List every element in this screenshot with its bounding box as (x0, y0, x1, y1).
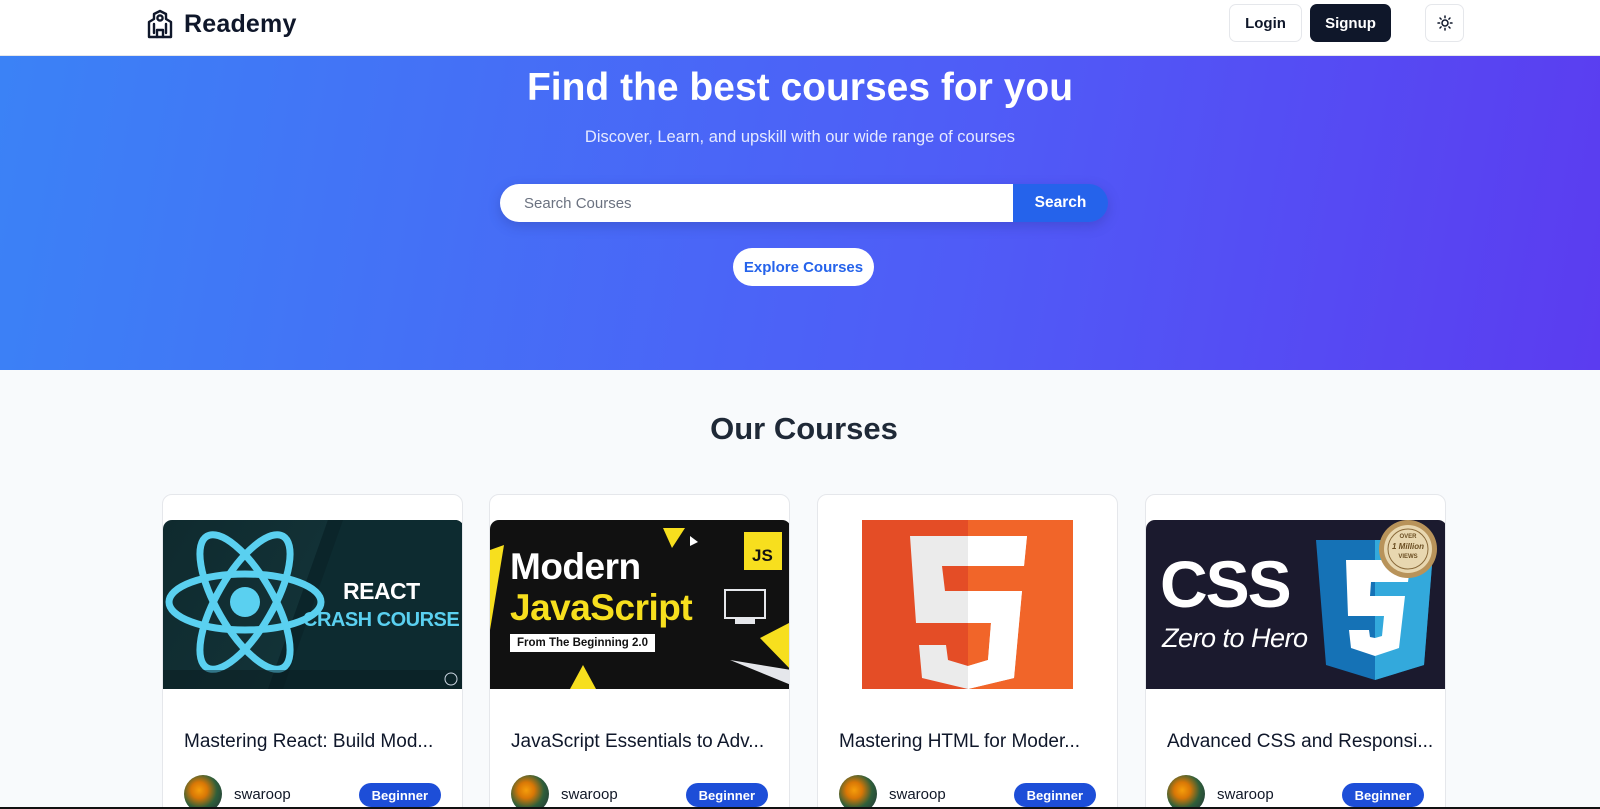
course-thumbnail[interactable]: REACT CRASH COURSE (163, 520, 462, 689)
course-title[interactable]: Mastering React: Build Mod... (184, 731, 454, 753)
hero-title: Find the best courses for you (526, 66, 1074, 109)
thumb-text: CSS (1160, 547, 1292, 621)
brand-name: Reademy (184, 9, 297, 38)
search-input[interactable] (500, 184, 1013, 222)
course-title[interactable]: Mastering HTML for Moder... (839, 731, 1109, 753)
course-card[interactable]: CSS Zero to Hero OVER 1 Million VIEWS Ad… (1145, 494, 1446, 809)
course-title[interactable]: JavaScript Essentials to Adv... (511, 731, 781, 753)
course-card[interactable]: JS Modern JavaScript From The Beginning … (489, 494, 790, 809)
courses-heading: Our Courses (710, 411, 898, 446)
hero-subtitle: Discover, Learn, and upskill with our wi… (584, 128, 1016, 146)
thumb-text: OVER (1399, 534, 1417, 540)
thumb-text: REACT (343, 578, 420, 604)
course-thumbnail[interactable] (818, 520, 1117, 689)
avatar (184, 775, 222, 809)
signup-button[interactable]: Signup (1310, 4, 1391, 42)
course-title[interactable]: Advanced CSS and Responsi... (1167, 731, 1437, 753)
hero-section: Find the best courses for you Discover, … (0, 56, 1600, 370)
search-bar: Search (500, 184, 1108, 222)
html5-logo-icon (862, 520, 1073, 689)
course-author: swaroop (889, 786, 946, 803)
course-card[interactable]: Mastering HTML for Moder... swaroop Begi… (817, 494, 1118, 809)
course-author: swaroop (1217, 786, 1274, 803)
avatar (839, 775, 877, 809)
thumb-text: 1 Million (1392, 542, 1424, 551)
navbar: Reademy Login Signup (0, 0, 1600, 56)
course-thumbnail[interactable]: JS Modern JavaScript From The Beginning … (490, 520, 789, 689)
course-thumbnail[interactable]: CSS Zero to Hero OVER 1 Million VIEWS (1146, 520, 1445, 689)
explore-courses-button[interactable]: Explore Courses (733, 248, 874, 286)
thumb-text: From The Beginning 2.0 (510, 634, 655, 652)
thumb-text: CRASH COURSE (303, 609, 460, 631)
school-icon (147, 9, 173, 39)
thumb-text: VIEWS (1398, 554, 1418, 560)
thumb-text: Modern (510, 546, 641, 587)
thumb-text: JS (752, 546, 773, 565)
search-button[interactable]: Search (1013, 184, 1108, 222)
level-badge: Beginner (1013, 783, 1096, 807)
level-badge: Beginner (1341, 783, 1424, 807)
avatar (511, 775, 549, 809)
level-badge: Beginner (685, 783, 768, 807)
thumb-text: Zero to Hero (1162, 623, 1308, 653)
brand-logo[interactable]: Reademy (145, 7, 297, 41)
sun-icon (1436, 15, 1453, 31)
avatar (1167, 775, 1205, 809)
thumb-text: JavaScript (510, 587, 693, 628)
course-card[interactable]: REACT CRASH COURSE Mastering React: Buil… (162, 494, 463, 809)
login-button[interactable]: Login (1229, 4, 1302, 42)
level-badge: Beginner (358, 783, 441, 807)
course-author: swaroop (561, 786, 618, 803)
course-author: swaroop (234, 786, 291, 803)
theme-toggle-button[interactable] (1425, 4, 1464, 42)
